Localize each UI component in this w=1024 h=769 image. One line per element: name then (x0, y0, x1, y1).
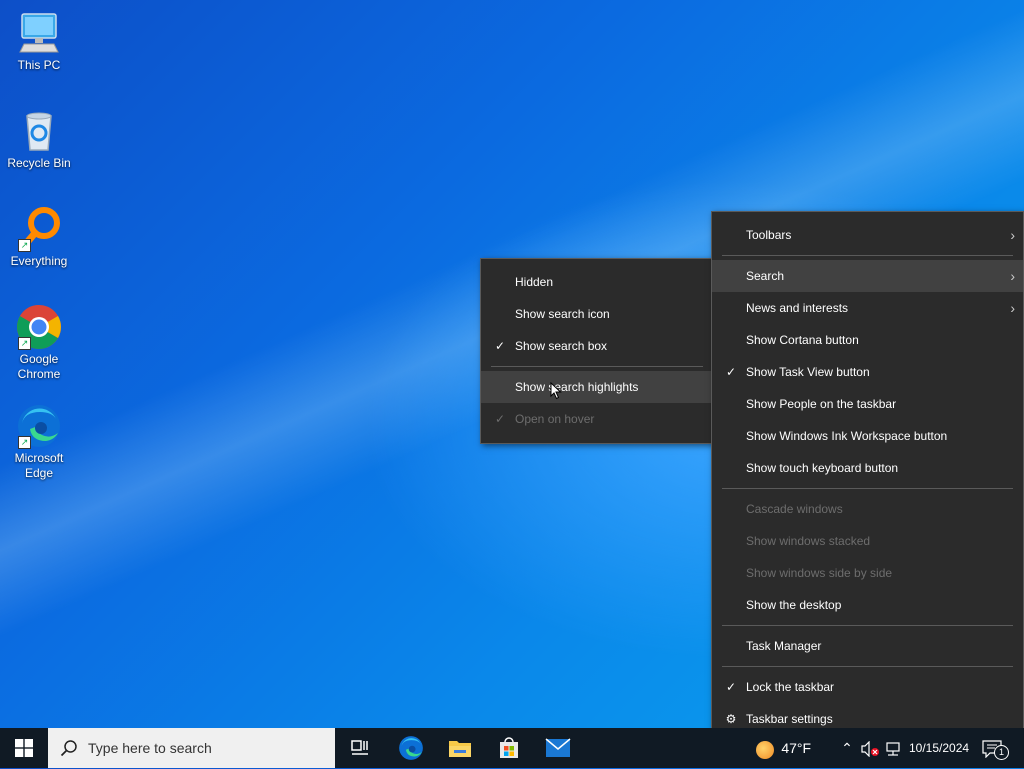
menu-item-windows-side-by-side: Show windows side by side (712, 557, 1023, 589)
desktop-icon-chrome[interactable]: ↗ Google Chrome (4, 304, 74, 382)
menu-item-label: Show the desktop (746, 598, 842, 612)
menu-item-label: Open on hover (515, 412, 595, 426)
chevron-up-icon: ⌃ (841, 740, 853, 756)
menu-item-label: Show People on the taskbar (746, 397, 897, 411)
volume-muted-icon[interactable] (860, 728, 880, 768)
checkmark-icon: ✓ (725, 680, 737, 694)
menu-item-label: Taskbar settings (746, 712, 833, 726)
menu-item-label: Search (746, 269, 785, 283)
menu-separator (722, 488, 1013, 489)
edge-icon: ↗ (16, 403, 62, 449)
menu-item-label: Show Task View button (746, 365, 870, 379)
menu-item-label: Hidden (515, 275, 554, 289)
menu-item-label: Cascade windows (746, 502, 843, 516)
menu-item-label: Toolbars (746, 228, 792, 242)
desktop-icon-label: Google Chrome (17, 352, 61, 381)
menu-item-task-manager[interactable]: Task Manager (712, 630, 1023, 662)
search-icon (60, 740, 77, 757)
menu-item-news-and-interests[interactable]: News and interests › (712, 292, 1023, 324)
computer-icon (16, 10, 62, 56)
start-button[interactable] (0, 728, 48, 768)
desktop-icon-everything[interactable]: ↗ Everything (4, 206, 74, 269)
menu-separator (722, 625, 1013, 626)
menu-separator (491, 366, 703, 367)
menu-item-label: Show windows stacked (746, 534, 871, 548)
mail-icon (545, 738, 571, 757)
desktop-icon-recycle-bin[interactable]: Recycle Bin (4, 108, 74, 171)
menu-item-label: Show Cortana button (746, 333, 859, 347)
menu-separator (722, 255, 1013, 256)
menu-separator (722, 666, 1013, 667)
menu-item-label: Show Windows Ink Workspace button (746, 429, 948, 443)
weather-icon (756, 740, 774, 759)
menu-item-show-search-box[interactable]: ✓ Show search box (481, 330, 713, 362)
taskbar: Type here to search 47°F ⌃ 10/15/2024 1 (0, 728, 1024, 768)
menu-item-show-task-view-button[interactable]: ✓ Show Task View button (712, 356, 1023, 388)
chrome-icon: ↗ (16, 304, 62, 350)
weather-temperature: 47°F (781, 740, 812, 756)
notification-count-badge: 1 (994, 745, 1009, 760)
chevron-right-icon: › (1010, 268, 1015, 284)
menu-item-toolbars[interactable]: Toolbars › (712, 219, 1023, 251)
menu-item-show-desktop[interactable]: Show the desktop (712, 589, 1023, 621)
menu-item-hidden[interactable]: Hidden (481, 266, 713, 298)
menu-item-label: Show windows side by side (746, 566, 893, 580)
menu-item-show-touch-keyboard[interactable]: Show touch keyboard button (712, 452, 1023, 484)
menu-item-label: Show search highlights (515, 380, 639, 394)
checkmark-icon: ✓ (725, 365, 737, 379)
taskbar-file-explorer-button[interactable] (436, 728, 484, 768)
show-hidden-icons-button[interactable]: ⌃ (839, 728, 855, 768)
desktop-icon-label: Microsoft Edge (14, 451, 64, 480)
menu-item-windows-stacked: Show windows stacked (712, 525, 1023, 557)
desktop-icon-this-pc[interactable]: This PC (4, 10, 74, 73)
taskbar-search-box[interactable]: Type here to search (48, 728, 335, 768)
folder-icon (449, 741, 471, 757)
weather-widget[interactable]: 47°F (756, 728, 811, 768)
taskbar-context-menu: Toolbars › Search › News and interests ›… (711, 211, 1024, 744)
menu-item-search[interactable]: Search › (712, 260, 1023, 292)
menu-item-show-search-highlights[interactable]: Show search highlights (481, 371, 713, 403)
menu-item-label: Task Manager (746, 639, 822, 653)
menu-item-show-ink-workspace[interactable]: Show Windows Ink Workspace button (712, 420, 1023, 452)
menu-item-label: Lock the taskbar (746, 680, 835, 694)
chevron-right-icon: › (1010, 227, 1015, 243)
menu-item-label: Show touch keyboard button (746, 461, 899, 475)
desktop-icon-edge[interactable]: ↗ Microsoft Edge (4, 403, 74, 481)
notification-center-button[interactable]: 1 (982, 728, 1010, 768)
shortcut-arrow-icon: ↗ (18, 436, 31, 449)
shortcut-arrow-icon: ↗ (18, 239, 31, 252)
menu-item-label: News and interests (746, 301, 849, 315)
desktop-icon-label: Recycle Bin (7, 156, 71, 170)
taskbar-store-button[interactable] (485, 728, 533, 768)
edge-icon (399, 736, 423, 760)
menu-item-show-search-icon[interactable]: Show search icon (481, 298, 713, 330)
desktop-icon-label: Everything (10, 254, 68, 268)
network-icon[interactable] (884, 728, 902, 768)
checkmark-icon: ✓ (494, 339, 506, 353)
windows-logo-icon (15, 739, 33, 757)
menu-item-label: Show search icon (515, 307, 610, 321)
chevron-right-icon: › (1010, 300, 1015, 316)
everything-icon: ↗ (16, 206, 62, 252)
menu-item-cascade-windows: Cascade windows (712, 493, 1023, 525)
search-placeholder: Type here to search (88, 740, 212, 756)
desktop-icon-label: This PC (17, 58, 61, 72)
menu-item-lock-taskbar[interactable]: ✓ Lock the taskbar (712, 671, 1023, 703)
taskbar-mail-button[interactable] (534, 728, 582, 768)
store-icon (500, 737, 518, 758)
menu-item-open-on-hover: ✓ Open on hover (481, 403, 713, 435)
task-view-button[interactable] (336, 728, 384, 768)
menu-item-label: Show search box (515, 339, 608, 353)
search-submenu: Hidden Show search icon ✓ Show search bo… (480, 258, 714, 444)
mouse-cursor-icon (550, 381, 562, 405)
recycle-bin-icon (16, 108, 62, 154)
menu-item-show-cortana-button[interactable]: Show Cortana button (712, 324, 1023, 356)
clock-date[interactable]: 10/15/2024 (909, 728, 969, 768)
menu-item-show-people[interactable]: Show People on the taskbar (712, 388, 1023, 420)
checkmark-icon: ✓ (494, 412, 506, 426)
task-view-icon (351, 740, 368, 755)
shortcut-arrow-icon: ↗ (18, 337, 31, 350)
taskbar-edge-button[interactable] (387, 728, 435, 768)
